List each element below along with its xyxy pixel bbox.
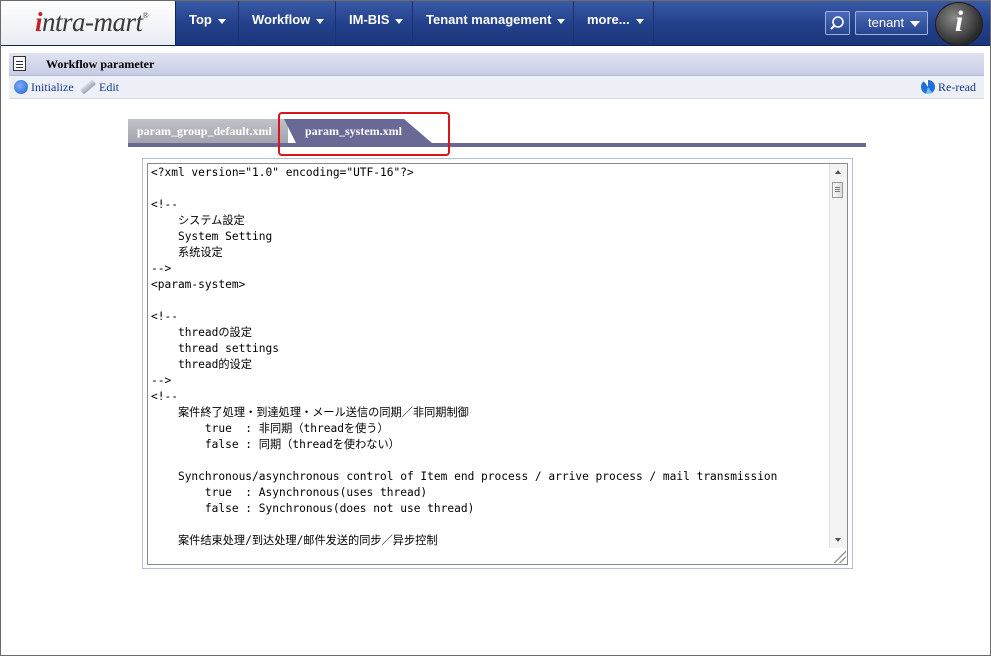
pencil-icon [79,79,97,95]
tab-param-group-default[interactable]: param_group_default.xml [128,119,288,143]
vertical-scrollbar[interactable] [829,164,847,548]
tenant-dropdown[interactable]: tenant [855,11,928,35]
scroll-up-icon[interactable] [835,170,841,174]
page-title-bar: Workflow parameter [9,53,984,76]
chevron-down-icon [217,19,226,25]
menu-im-bis-label: IM-BIS [349,12,390,27]
xml-content: <?xml version="1.0" encoding="UTF-16"?> … [151,166,778,547]
edit-button[interactable]: Edit [79,79,119,95]
reread-button[interactable]: Re-read [921,80,976,95]
intra-mart-logo: intra-mart® [35,7,149,37]
menu-more[interactable]: more... [574,1,654,45]
info-icon: i [954,5,964,38]
initialize-button[interactable]: Initialize [14,80,74,95]
chevron-down-icon [910,21,920,27]
refresh-icon [14,80,28,95]
chevron-down-icon [635,19,644,25]
menu-top-label: Top [189,12,212,27]
logo-area[interactable]: intra-mart® [1,1,176,45]
edit-label: Edit [99,80,119,94]
menu-tenant-management[interactable]: Tenant management [413,1,574,45]
menu-workflow[interactable]: Workflow [239,1,336,45]
top-navigation-bar: intra-mart® Top Workflow IM-BIS Tenant m… [1,1,990,46]
menu-tenant-management-label: Tenant management [426,12,552,27]
toolbar: Initialize Edit Re-read [9,76,984,99]
chevron-down-icon [316,19,325,25]
chevron-down-icon [395,19,404,25]
search-button[interactable] [825,11,850,35]
initialize-label: Initialize [31,80,74,94]
tab-underline [128,143,866,147]
highlight-annotation [278,112,450,156]
menu-workflow-label: Workflow [252,12,311,27]
xml-editor-textarea[interactable]: <?xml version="1.0" encoding="UTF-16"?> … [147,163,848,565]
search-icon [830,16,844,30]
tenant-label: tenant [868,15,905,30]
page-title: Workflow parameter [46,57,155,71]
document-icon [13,56,26,71]
chevron-down-icon [557,19,566,25]
reload-icon [921,80,935,95]
menu-top[interactable]: Top [176,1,239,45]
reread-label: Re-read [938,80,976,94]
menu-more-label: more... [587,12,630,27]
scroll-down-icon[interactable] [835,538,841,542]
user-menu-avatar[interactable]: i [935,2,983,46]
tab-label: param_group_default.xml [137,124,272,138]
menu-im-bis[interactable]: IM-BIS [336,1,413,45]
scroll-thumb[interactable] [832,182,843,198]
resize-grip-icon[interactable] [832,549,846,563]
